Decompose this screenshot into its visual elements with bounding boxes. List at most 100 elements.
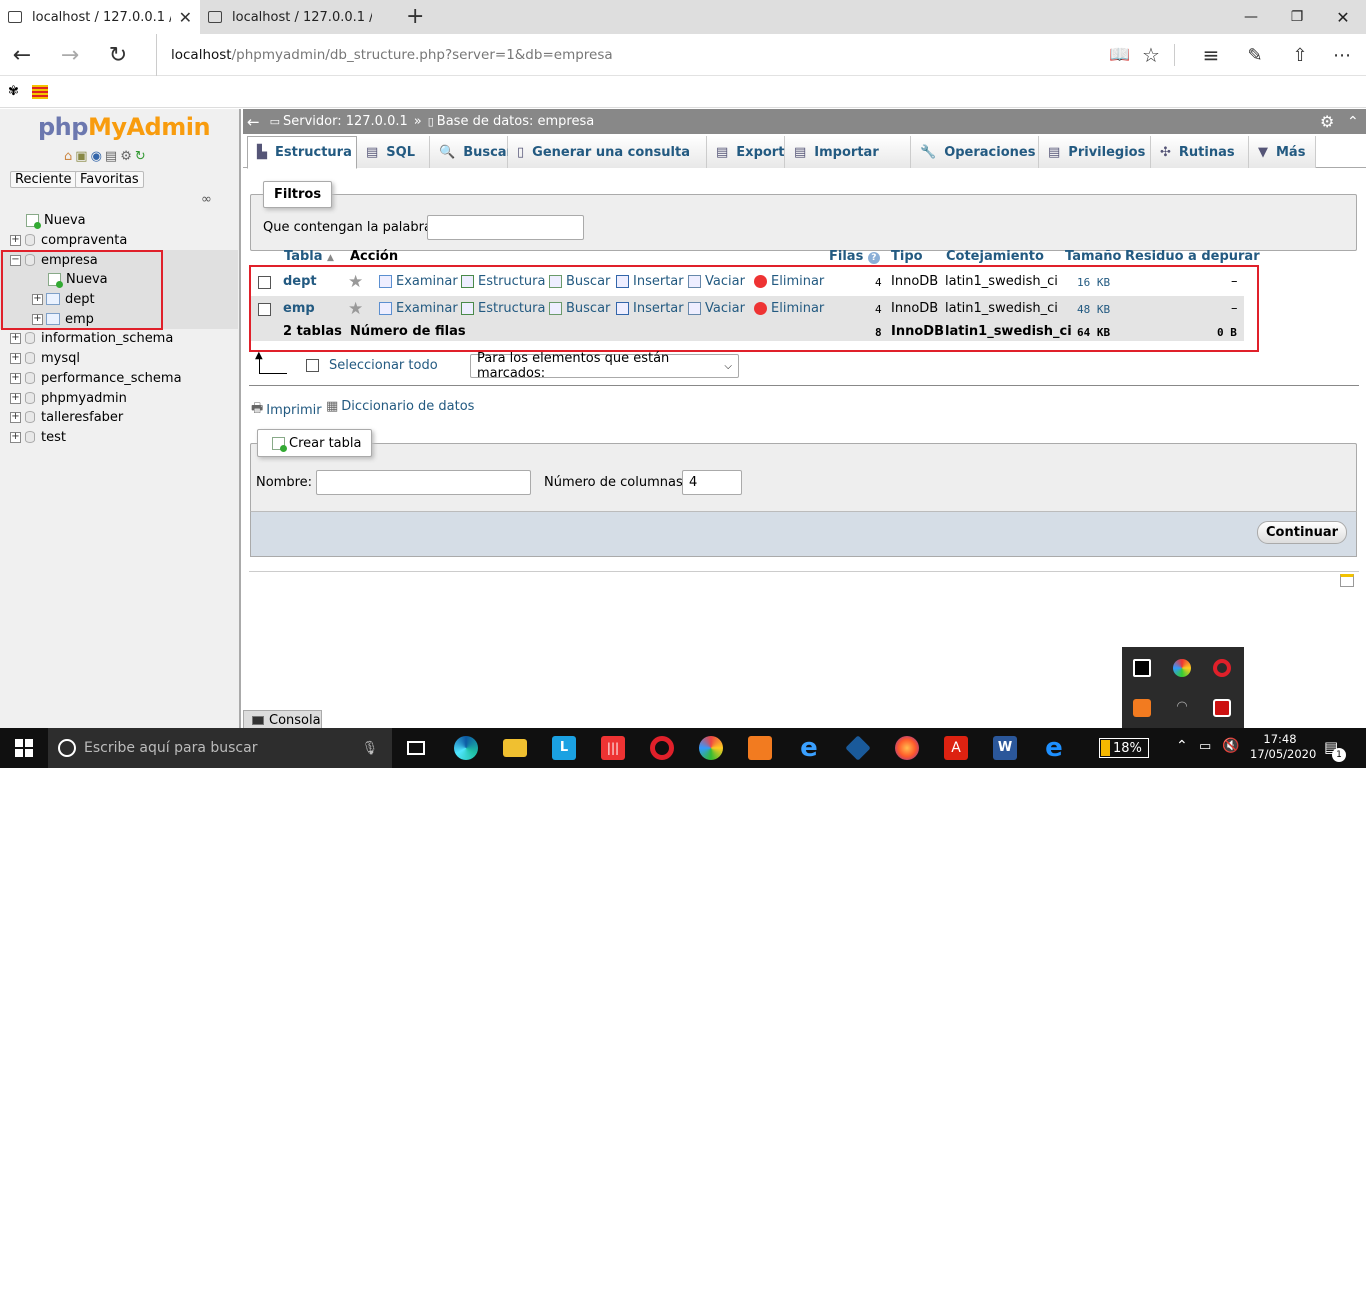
tab-estructura[interactable]: ▙ Estructura: [247, 136, 357, 169]
header-filas[interactable]: Filas ?: [829, 249, 880, 264]
microphone-icon[interactable]: 🎙: [361, 741, 378, 756]
task-view-icon[interactable]: [392, 728, 440, 768]
edge-legacy-icon[interactable]: e: [1030, 728, 1078, 768]
start-windows-icon[interactable]: [0, 728, 48, 768]
table-name-input[interactable]: [316, 470, 531, 495]
expand-icon[interactable]: +: [10, 234, 21, 246]
tree-item-db[interactable]: + mysql: [0, 348, 238, 368]
docs-icon[interactable]: ▤: [105, 149, 117, 164]
tree-item-db[interactable]: + information_schema: [0, 328, 238, 348]
tab-rutinas[interactable]: ✣ Rutinas: [1151, 136, 1249, 168]
tree-item-new[interactable]: Nueva: [0, 210, 238, 230]
back-icon[interactable]: ←: [2, 34, 42, 76]
favorites-hub-icon[interactable]: ≡: [1191, 34, 1231, 76]
columns-input[interactable]: 4: [682, 470, 742, 495]
settings-icon[interactable]: ⚙: [120, 149, 132, 164]
new-tab-icon[interactable]: +: [406, 4, 424, 29]
restore-icon[interactable]: ❐: [1274, 0, 1320, 34]
tab-más[interactable]: ▼ Más: [1249, 136, 1316, 168]
browser-tab-1[interactable]: localhost / 127.0.0.1 / er ✕: [0, 0, 200, 34]
favorites-button[interactable]: Favoritas: [75, 171, 144, 188]
tray-chevron-up-icon[interactable]: ⌃: [1176, 738, 1188, 754]
clock[interactable]: 17:48 17/05/2020: [1250, 732, 1316, 762]
tab-buscar[interactable]: 🔍 Buscar: [430, 136, 513, 168]
expand-icon[interactable]: +: [10, 411, 21, 423]
phpmyadmin-logo[interactable]: phpMyAdmin: [38, 113, 211, 141]
mcafee-icon[interactable]: [1213, 699, 1231, 717]
logout-icon[interactable]: ▣: [75, 149, 87, 164]
tab-sql[interactable]: ▤ SQL: [357, 136, 430, 168]
breadcrumb-db[interactable]: Base de datos: empresa: [437, 114, 594, 129]
firefox-icon[interactable]: [883, 728, 931, 768]
opera-icon[interactable]: [1213, 659, 1231, 677]
home-icon[interactable]: ⌂: [64, 149, 72, 164]
expand-icon[interactable]: +: [10, 372, 21, 384]
l-app-icon[interactable]: L: [540, 728, 588, 768]
print-link[interactable]: 🖶 Imprimir: [251, 399, 322, 421]
breadcrumb-server[interactable]: Servidor: 127.0.0.1: [283, 114, 408, 129]
tab-operaciones[interactable]: 🔧 Operaciones: [911, 136, 1039, 168]
tab-generar-una-consulta[interactable]: ▯ Generar una consulta: [508, 136, 707, 168]
url-field[interactable]: localhost/phpmyadmin/db_structure.php?se…: [156, 34, 1056, 76]
browser-tab-2[interactable]: localhost / 127.0.0.1 / empr: [200, 0, 400, 34]
tree-item-db[interactable]: + phpmyadmin: [0, 388, 238, 408]
close-tab-icon[interactable]: ✕: [179, 8, 192, 27]
wifi-icon[interactable]: ◠: [1173, 699, 1191, 717]
collapse-icon[interactable]: ←: [247, 113, 260, 131]
link-icon[interactable]: ∞: [201, 192, 212, 207]
help-icon[interactable]: ◉: [91, 149, 102, 164]
expand-icon[interactable]: +: [10, 332, 21, 344]
flag-icon[interactable]: [32, 85, 48, 99]
tab-exportar[interactable]: ▤ Exportar: [707, 136, 800, 168]
bookmark-icon[interactable]: ✾: [8, 84, 19, 99]
collapse-up-icon[interactable]: ⌃: [1347, 114, 1359, 130]
dictionary-link[interactable]: ▦ Diccionario de datos: [326, 399, 474, 414]
favorite-star-icon[interactable]: ☆: [1131, 34, 1171, 76]
more-icon[interactable]: ⋯: [1322, 34, 1362, 76]
tab-privilegios[interactable]: ▤ Privilegios: [1039, 136, 1151, 168]
tab-importar[interactable]: ▤ Importar: [785, 136, 911, 168]
header-tabla[interactable]: Tabla ▲: [284, 249, 334, 264]
tree-item-db[interactable]: + compraventa: [0, 230, 238, 250]
expand-icon[interactable]: +: [10, 431, 21, 443]
reload-icon[interactable]: ↻: [135, 149, 146, 164]
tree-item-db[interactable]: + talleresfaber: [0, 407, 238, 427]
refresh-icon[interactable]: ↻: [98, 34, 138, 76]
continue-button[interactable]: Continuar: [1257, 521, 1348, 544]
color-app-icon[interactable]: [1173, 659, 1191, 677]
filter-input[interactable]: [427, 215, 584, 240]
select-all-checkbox[interactable]: [306, 359, 319, 372]
settings-icon[interactable]: ⚙: [1320, 112, 1334, 131]
header-tipo[interactable]: Tipo: [891, 249, 923, 264]
header-cotejamiento[interactable]: Cotejamiento: [946, 249, 1044, 264]
expand-icon[interactable]: +: [10, 352, 21, 364]
dolby-icon[interactable]: [1133, 659, 1151, 677]
volume-muted-icon[interactable]: 🔇: [1222, 738, 1239, 754]
header-tamano[interactable]: Tamaño: [1065, 249, 1121, 264]
minimize-icon[interactable]: —: [1228, 0, 1274, 34]
red-app-icon[interactable]: |||: [589, 728, 637, 768]
close-window-icon[interactable]: ✕: [1320, 0, 1366, 34]
console-tab[interactable]: Consola: [243, 710, 322, 729]
help-icon[interactable]: ?: [867, 252, 880, 264]
power-icon[interactable]: ▭: [1199, 739, 1211, 754]
word-icon[interactable]: W: [981, 728, 1029, 768]
header-residuo[interactable]: Residuo a depurar: [1125, 249, 1260, 264]
share-icon[interactable]: ⇧: [1280, 34, 1320, 76]
recent-button[interactable]: Reciente: [10, 171, 77, 188]
page-settings-icon[interactable]: [1340, 574, 1354, 587]
edge-chromium-icon[interactable]: [442, 728, 490, 768]
battery-indicator[interactable]: 18%: [1099, 738, 1149, 758]
forward-icon[interactable]: →: [50, 34, 90, 76]
file-explorer-icon[interactable]: [491, 728, 539, 768]
xampp-taskbar-icon[interactable]: [736, 728, 784, 768]
tree-item-db[interactable]: + performance_schema: [0, 368, 238, 388]
paint-icon[interactable]: [687, 728, 735, 768]
taskbar-search[interactable]: Escribe aquí para buscar 🎙: [48, 728, 392, 768]
acrobat-icon[interactable]: A: [932, 728, 980, 768]
select-all-label[interactable]: Seleccionar todo: [329, 358, 438, 373]
internet-explorer-icon[interactable]: e: [785, 728, 833, 768]
opera-taskbar-icon[interactable]: [638, 728, 686, 768]
xampp-icon[interactable]: [1133, 699, 1151, 717]
expand-icon[interactable]: +: [10, 392, 21, 404]
